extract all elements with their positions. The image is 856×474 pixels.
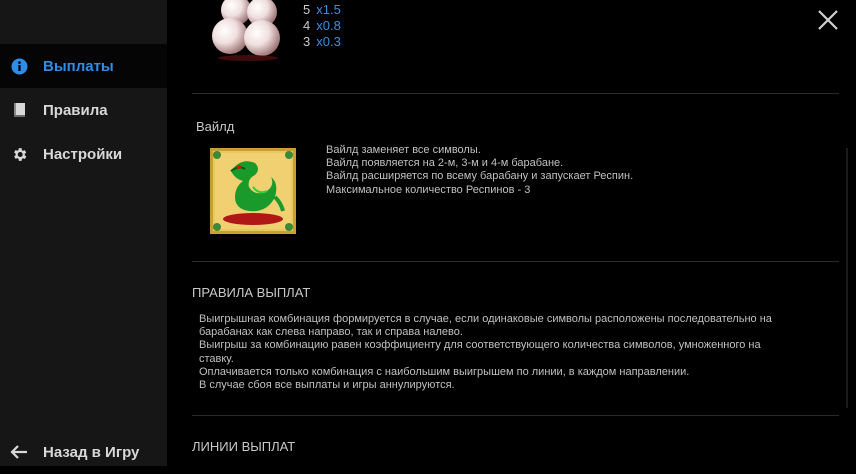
payout-rules-line: Оплачивается только комбинация с наиболь… xyxy=(199,365,690,378)
wild-section-title: Вайлд xyxy=(196,119,235,134)
payout-multiplier: x1.5 xyxy=(316,2,341,17)
wild-description-line: Вайлд расширяется по всему барабану и за… xyxy=(326,170,634,183)
sidebar-item-rules[interactable]: Правила xyxy=(0,88,167,132)
payout-rules-line: ставку. xyxy=(199,352,234,365)
payout-rules-text: Выигрышная комбинация формируется в случ… xyxy=(199,313,772,392)
info-icon xyxy=(10,57,28,75)
back-to-game-label: Назад в Игру xyxy=(43,443,140,461)
sidebar: Выплаты Правила Настройки Назад в Игру xyxy=(0,0,167,466)
sidebar-item-settings[interactable]: Настройки xyxy=(0,132,167,176)
payout-rules-line: Выигрыш за комбинацию равен коэффициенту… xyxy=(199,339,761,352)
section-divider xyxy=(192,261,839,262)
wild-description: Вайлд заменяет все символы. Вайлд появля… xyxy=(326,144,633,197)
sidebar-item-label: Выплаты xyxy=(43,57,114,75)
sidebar-item-label: Правила xyxy=(43,101,108,119)
payout-row: 4 x0.8 xyxy=(303,18,341,34)
wild-description-line: Вайлд заменяет все символы. xyxy=(326,144,481,156)
payout-rules-line: барабанах как слева направо, так и справ… xyxy=(199,326,463,339)
paytable-content: 5 x1.5 4 x0.8 3 x0.3 Вайлд Вайлд заменяет в… xyxy=(192,0,840,466)
payout-multiplier: x0.8 xyxy=(316,18,341,33)
payout-rules-line: Выигрышная комбинация формируется в случ… xyxy=(199,313,772,325)
payout-row: 3 x0.3 xyxy=(303,34,341,50)
back-to-game-button[interactable]: Назад в Игру xyxy=(0,430,167,474)
payout-rules-line: В случае сбоя все выплаты и игры аннулир… xyxy=(199,379,455,392)
wild-description-line: Максимальное количество Респинов - 3 xyxy=(326,183,531,196)
section-divider xyxy=(192,415,839,416)
wild-dragon-symbol-image xyxy=(209,147,297,235)
wild-description-line: Вайлд появляется на 2-м, 3-м и 4-м бараб… xyxy=(326,157,564,170)
symbol-count: 3 xyxy=(303,34,311,49)
pearl-symbol-image xyxy=(206,0,292,62)
paylines-title: ЛИНИИ ВЫПЛАТ xyxy=(192,439,296,454)
symbol-count: 5 xyxy=(303,2,311,17)
book-icon xyxy=(10,101,28,119)
payout-rules-title: ПРАВИЛА ВЫПЛАТ xyxy=(192,285,311,300)
scrollbar[interactable] xyxy=(846,148,848,408)
payout-row: 5 x1.5 xyxy=(303,2,341,18)
symbol-count: 4 xyxy=(303,18,311,33)
payout-multiplier: x0.3 xyxy=(316,34,341,49)
arrow-left-icon xyxy=(10,443,28,461)
gear-icon xyxy=(10,145,28,163)
section-divider xyxy=(192,93,839,94)
sidebar-item-label: Настройки xyxy=(43,145,123,163)
sidebar-item-payouts[interactable]: Выплаты xyxy=(0,44,167,88)
